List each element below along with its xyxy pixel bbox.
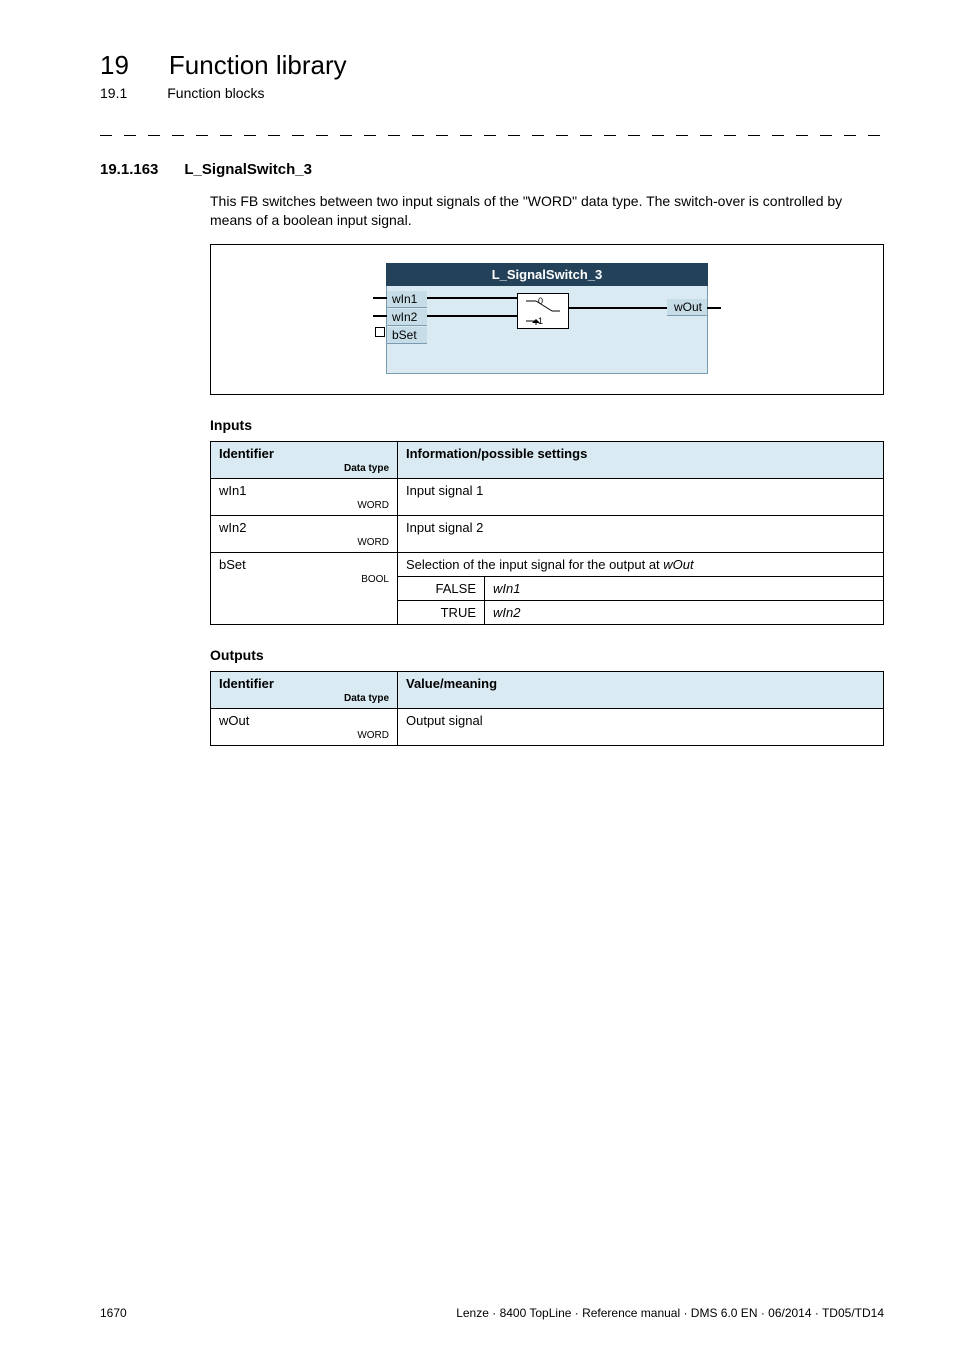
inputs-heading: Inputs [210,417,884,433]
inputs-th-identifier: Identifier Data type [211,441,398,478]
cell-dtype: BOOL [219,574,389,585]
intro-paragraph: This FB switches between two input signa… [210,192,884,230]
page-number: 1670 [100,1306,127,1320]
cell-dtype: WORD [219,537,389,548]
subchapter-number: 19.1 [100,85,127,101]
th-datatype-label: Data type [219,693,389,704]
switch-svg [526,297,560,325]
cell-desc: Input signal 1 [398,478,884,515]
inputs-th-info: Information/possible settings [398,441,884,478]
subchapter-title: Function blocks [167,85,264,101]
divider [100,129,884,143]
fb-title: L_SignalSwitch_3 [386,263,708,286]
th-identifier-label: Identifier [219,676,274,691]
table-row: wIn1 WORD Input signal 1 [211,478,884,515]
cell-desc: Selection of the input signal for the ou… [398,552,884,576]
cell-name: wIn1 [219,483,246,498]
th-datatype-label: Data type [219,463,389,474]
cell-name: wOut [219,713,249,728]
wire [567,307,667,309]
outputs-th-info: Value/meaning [398,671,884,708]
pin-line [707,307,721,309]
subchapter-heading: 19.1 Function blocks [100,85,884,101]
fb-box: L_SignalSwitch_3 wIn1 wIn2 bSet wOut 0 [386,263,708,374]
table-row: wOut WORD Output signal [211,708,884,745]
pin-line [373,315,387,317]
chapter-title: Function library [169,50,347,81]
cell-dtype: WORD [219,500,389,511]
cell-dtype: WORD [219,730,389,741]
outputs-heading: Outputs [210,647,884,663]
port-win2: wIn2 [387,309,427,326]
function-block-diagram: L_SignalSwitch_3 wIn1 wIn2 bSet wOut 0 [210,244,884,395]
section-number: 19.1.163 [100,161,158,178]
section-heading: 19.1.163 L_SignalSwitch_3 [100,161,884,178]
chapter-number: 19 [100,50,129,81]
bset-pin-square [375,327,385,337]
cell-true-label: TRUE [398,600,485,624]
cell-name: wIn2 [219,520,246,535]
cell-false-value: wIn1 [485,576,884,600]
bset-desc-ref: wOut [663,557,693,572]
wire [427,315,517,317]
pin-line [373,297,387,299]
section-title: L_SignalSwitch_3 [184,161,312,178]
switch-icon: 0 1 [517,293,569,329]
footer-text: Lenze · 8400 TopLine · Reference manual … [456,1306,884,1320]
table-row: wIn2 WORD Input signal 2 [211,515,884,552]
bset-desc-text: Selection of the input signal for the ou… [406,557,663,572]
cell-desc: Input signal 2 [398,515,884,552]
port-win1: wIn1 [387,291,427,308]
table-row: bSet BOOL Selection of the input signal … [211,552,884,576]
port-bset: bSet [387,327,427,344]
port-wout: wOut [667,299,707,316]
outputs-table: Identifier Data type Value/meaning wOut … [210,671,884,746]
chapter-heading: 19 Function library [100,50,884,81]
cell-name: bSet [219,557,246,572]
outputs-th-identifier: Identifier Data type [211,671,398,708]
wire [427,297,517,299]
cell-false-label: FALSE [398,576,485,600]
cell-desc: Output signal [398,708,884,745]
inputs-table: Identifier Data type Information/possibl… [210,441,884,625]
th-identifier-label: Identifier [219,446,274,461]
cell-true-value: wIn2 [485,600,884,624]
page-footer: 1670 Lenze · 8400 TopLine · Reference ma… [100,1306,884,1320]
